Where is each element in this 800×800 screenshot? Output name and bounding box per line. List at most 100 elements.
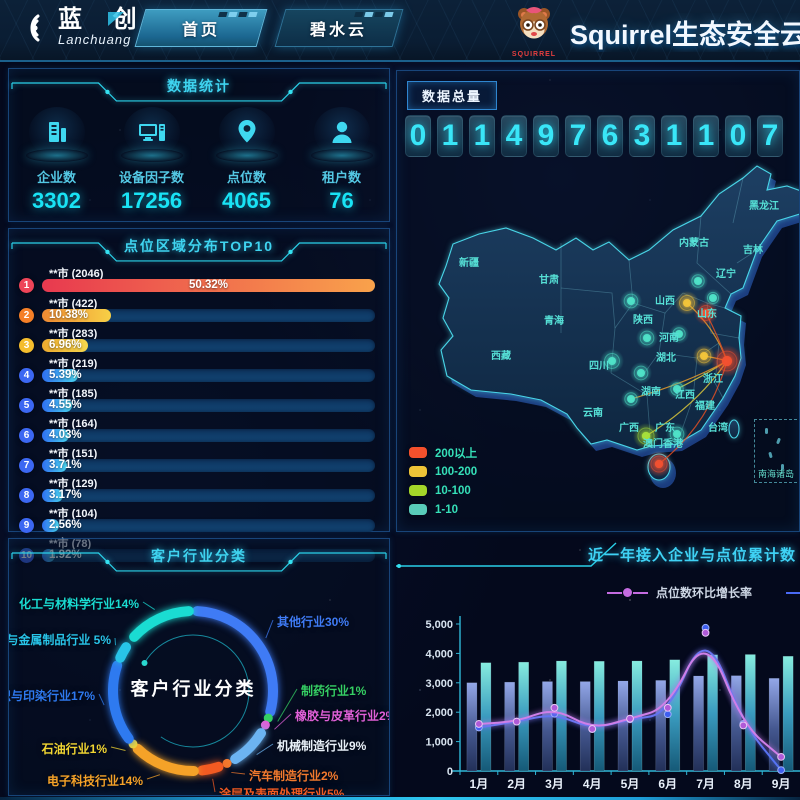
province-label: 青海 <box>544 314 564 327</box>
month-tick-label: 1月 <box>470 777 489 791</box>
rank-badge: 9 <box>19 518 34 533</box>
bar-percent-label: 4.03% <box>49 429 82 442</box>
province-label: 广西 <box>619 421 639 434</box>
squirrel-mascot: SQUIRREL <box>508 4 560 58</box>
province-label: 澳门香港 <box>643 437 684 450</box>
bar-track: 3.17% <box>42 489 375 502</box>
rank-badge: 6 <box>19 428 34 443</box>
legend-swatch <box>409 466 427 477</box>
building-icon <box>42 117 72 147</box>
svg-text:1,000: 1,000 <box>425 737 453 749</box>
donut-segment-label[interactable]: 橡胶与皮革行业2% <box>295 707 390 724</box>
top10-row-label: **市 (164) <box>49 415 375 427</box>
panel-top10-distribution: 点位区域分布TOP10 **市 (2046)150.32%**市 (422)21… <box>8 228 390 532</box>
legend-swatch <box>409 447 427 458</box>
trend-chart-canvas: 01,0002,0003,0004,0005,0001月2月3月4月5月6月7月… <box>396 604 800 796</box>
map-legend-item[interactable]: 1-10 <box>409 500 477 519</box>
province-label: 广东 <box>655 421 675 434</box>
sea-inset-label: 南海诸岛 <box>758 467 794 480</box>
donut-segment-label[interactable]: 汽车制造行业2% <box>249 767 338 784</box>
donut-segment-label[interactable]: 机械制造行业9% <box>277 737 366 754</box>
svg-text:3,000: 3,000 <box>425 678 453 690</box>
stat-label: 企业数 <box>37 167 76 186</box>
top10-panel-title: 点位区域分布TOP10 <box>9 236 389 256</box>
rank-badge: 3 <box>19 338 34 353</box>
top10-row: **市 (104)92.56% <box>19 505 375 532</box>
donut-center-label: 客户行业分类 <box>111 675 276 701</box>
bar-track: 5.39% <box>42 369 375 382</box>
province-label: 福建 <box>694 399 716 412</box>
map-legend: 200以上100-20010-100 1-10 <box>409 443 477 519</box>
top10-row: **市 (283)36.96% <box>19 325 375 352</box>
tab-home-label: 首页 <box>182 16 220 40</box>
legend-dot[interactable] <box>623 588 632 597</box>
donut-segment-label[interactable]: 钢铁与金属制品行业 5% <box>8 631 111 648</box>
legend-line <box>633 592 648 594</box>
stat-value: 17256 <box>121 188 182 214</box>
rank-badge: 4 <box>19 368 34 383</box>
donut-segment-label[interactable]: 石油行业1% <box>42 740 107 757</box>
province-label: 内蒙古 <box>679 236 709 249</box>
top10-row-label: **市 (129) <box>49 475 375 487</box>
donut-segment-label[interactable]: 制药行业1% <box>301 682 366 699</box>
top10-row-label: **市 (151) <box>49 445 375 457</box>
bar-track: 2.56% <box>42 519 375 532</box>
legend-label: 1-10 <box>435 504 458 516</box>
legend-swatch <box>409 504 427 515</box>
top10-row-label: **市 (219) <box>49 355 375 367</box>
province-label: 湖北 <box>656 351 676 364</box>
top-header: 蓝 创 Lanchuang 首页 碧水云 SQUIRREL Squirrel生态… <box>0 0 800 62</box>
map-legend-item[interactable]: 200以上 <box>409 443 477 462</box>
tab-bishuiyun[interactable]: 碧水云 <box>275 9 404 47</box>
bar-percent-label: 3.17% <box>49 489 82 502</box>
industry-donut-chart <box>9 539 390 796</box>
bar-percent-label: 50.32% <box>189 279 228 292</box>
map-legend-item[interactable]: 10-100 <box>409 481 477 500</box>
panel-yearly-trend: 近一年接入企业与点位累计数 点位数环比增长率 0 1,000 2,000 3,000 4… <box>396 538 800 796</box>
icon-pedestal <box>311 149 373 162</box>
taiwan-island[interactable] <box>729 420 739 438</box>
top10-row-label: **市 (2046) <box>49 265 375 277</box>
province-label: 新疆 <box>459 256 479 269</box>
donut-segment-label[interactable]: 涂层及表面处理行业5% <box>219 785 344 796</box>
stat-value: 3302 <box>32 188 81 214</box>
bar-track: 50.32% <box>42 279 375 292</box>
donut-segment-label[interactable]: 其他行业30% <box>277 613 349 630</box>
province-label: 浙江 <box>703 372 723 385</box>
logo-text: 蓝 创 <box>58 8 149 32</box>
rank-badge: 1 <box>19 278 34 293</box>
stat-label: 点位数 <box>227 167 266 186</box>
bar-percent-label: 3.71% <box>49 459 82 472</box>
svg-text:4,000: 4,000 <box>425 648 453 660</box>
stat-enterprises: 企业数 3302 <box>9 107 104 214</box>
stat-label: 租户数 <box>322 167 361 186</box>
rank-badge: 7 <box>19 458 34 473</box>
rank-badge: 2 <box>19 308 34 323</box>
stats-panel-title: 数据统计 <box>9 76 389 96</box>
icon-pedestal <box>26 149 88 162</box>
province-label: 四川 <box>589 360 609 372</box>
svg-text:0: 0 <box>447 766 453 778</box>
province-label: 河南 <box>659 331 679 344</box>
monitor-icon <box>136 117 168 147</box>
top10-row: **市 (129)83.17% <box>19 475 375 502</box>
donut-segment-label[interactable]: 化工与材料学行业14% <box>19 595 139 612</box>
svg-text:2,000: 2,000 <box>425 707 453 719</box>
squirrel-icon <box>512 4 556 46</box>
tab-home[interactable]: 首页 <box>135 9 268 47</box>
legend-line-2 <box>786 592 800 594</box>
south-china-sea-inset: 南海诸岛 <box>754 419 800 483</box>
user-icon <box>327 117 357 147</box>
month-tick-label: 2月 <box>507 777 526 791</box>
legend-label[interactable]: 点位数环比增长率 <box>656 584 752 601</box>
mascot-caption: SQUIRREL <box>508 51 560 58</box>
bar-track: 6.96% <box>42 339 375 352</box>
donut-segment-label[interactable]: 电子科技行业14% <box>47 772 143 789</box>
top10-row-label: **市 (422) <box>49 295 375 307</box>
tab-corner-dashes <box>354 12 393 17</box>
china-mainland[interactable] <box>439 166 800 450</box>
location-pin-icon <box>232 117 262 147</box>
map-legend-item[interactable]: 100-200 <box>409 462 477 481</box>
trend-panel-title: 近一年接入企业与点位累计数 <box>588 544 796 565</box>
donut-segment-label[interactable]: 纺织与印染行业17% <box>8 687 95 704</box>
